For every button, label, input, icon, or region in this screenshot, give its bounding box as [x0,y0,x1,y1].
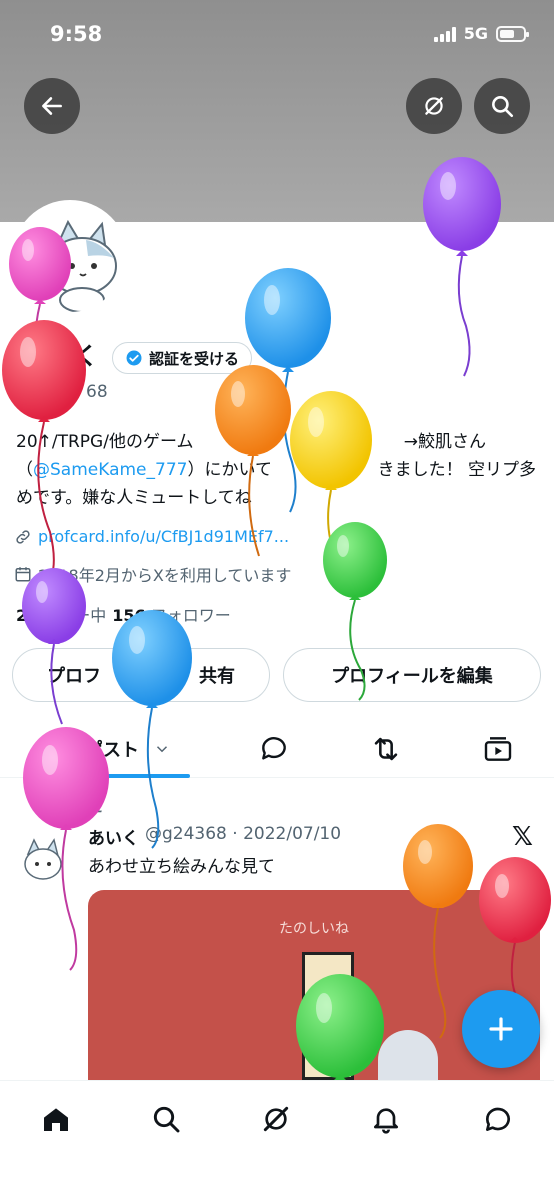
pinned-label: 定 [88,799,102,815]
status-indicators: 5G [433,24,529,43]
repost-icon [374,737,398,761]
verify-button[interactable]: 認証を受ける [112,342,253,374]
bio-line1: 20↑/TRPG/他のゲーム [16,432,194,452]
signal-icon [433,26,456,42]
search-icon [492,96,514,118]
status-time: 9:58 [50,22,103,46]
tab-media[interactable] [476,720,520,778]
bio-line2-end: きました！ 空リプ多 [377,460,536,480]
joined-date: 2018年2月からXを利用しています [14,562,291,586]
profile-handle: 68 [86,382,108,402]
display-name: く [74,342,98,370]
grok-button[interactable] [406,78,462,134]
post-image-caption: たのしいね [279,921,349,937]
joined-text: 2018年2月からXを利用しています [38,566,292,585]
tab-posts[interactable]: ポスト [40,720,190,778]
home-icon [44,1108,68,1131]
followers-link[interactable]: 156 フォロワー [112,602,231,626]
cat-avatar-image [16,204,124,312]
bottom-navigation [0,1080,554,1199]
x-logo-icon: 𝕏 [512,822,533,852]
reply-icon [262,737,286,760]
arrow-left-icon [42,97,62,115]
back-button[interactable] [24,78,80,134]
nav-notifications[interactable] [366,1099,406,1139]
post-avatar[interactable] [14,830,72,888]
plus-icon [489,1017,513,1041]
bio-line1-end: →鮫肌さん [403,432,486,452]
battery-icon [496,25,529,42]
profile-link-text: profcard.info/u/CfBJ1d91MEf7... [38,527,290,546]
share-profile-button[interactable]: プロフ 共有 [12,648,270,702]
search-icon [153,1106,180,1133]
follow-counts: 2 ロー中 156 フォロワー [16,602,231,626]
bio-line3: めです。嫌な人ミュートしてね [16,488,252,508]
link-icon [16,529,30,544]
following-link[interactable]: 2 ロー中 [16,602,106,626]
chevron-down-icon[interactable] [153,740,171,758]
illustration-figure [302,952,354,1080]
cat-avatar-small-image [14,830,72,888]
calendar-icon [15,567,31,582]
profile-bio: 20↑/TRPG/他のゲーム →鮫肌さん （@SameKame_777 ）にかい… [16,428,536,512]
post-text: あわせ立ち絵みんな見て [88,857,275,877]
bio-mention-link[interactable]: @SameKame_777 [33,456,187,484]
post-header: あいく @g24368 · 2022/07/10 [88,824,341,849]
tab-replies[interactable] [252,720,296,778]
grok-icon [263,1106,289,1132]
network-type: 5G [463,24,488,43]
video-icon [484,737,512,761]
nav-search[interactable] [146,1099,186,1139]
compose-post-button[interactable] [462,990,540,1068]
profile-link[interactable]: profcard.info/u/CfBJ1d91MEf7... [14,527,289,546]
post-meta: @g24368 · 2022/07/10 [145,824,342,844]
nav-grok[interactable] [256,1099,296,1139]
grok-icon [425,97,443,115]
search-button[interactable] [474,78,530,134]
edit-profile-button[interactable]: プロフィールを編集 [283,648,541,702]
profile-avatar[interactable] [12,200,128,316]
illustration-figure-2 [378,1030,438,1080]
bell-icon [374,1108,398,1134]
profile-tabs: ポスト [0,720,554,778]
tab-reposts[interactable] [364,720,408,778]
bio-line2-mid: ）にかいて [187,460,272,480]
verify-button-label: 認証を受ける [149,349,240,368]
messages-icon [485,1107,510,1131]
post-author[interactable]: あいく [88,824,139,849]
tab-active-indicator [40,774,190,778]
verified-badge-icon [126,350,142,366]
nav-home[interactable] [36,1099,76,1139]
nav-messages[interactable] [478,1099,518,1139]
